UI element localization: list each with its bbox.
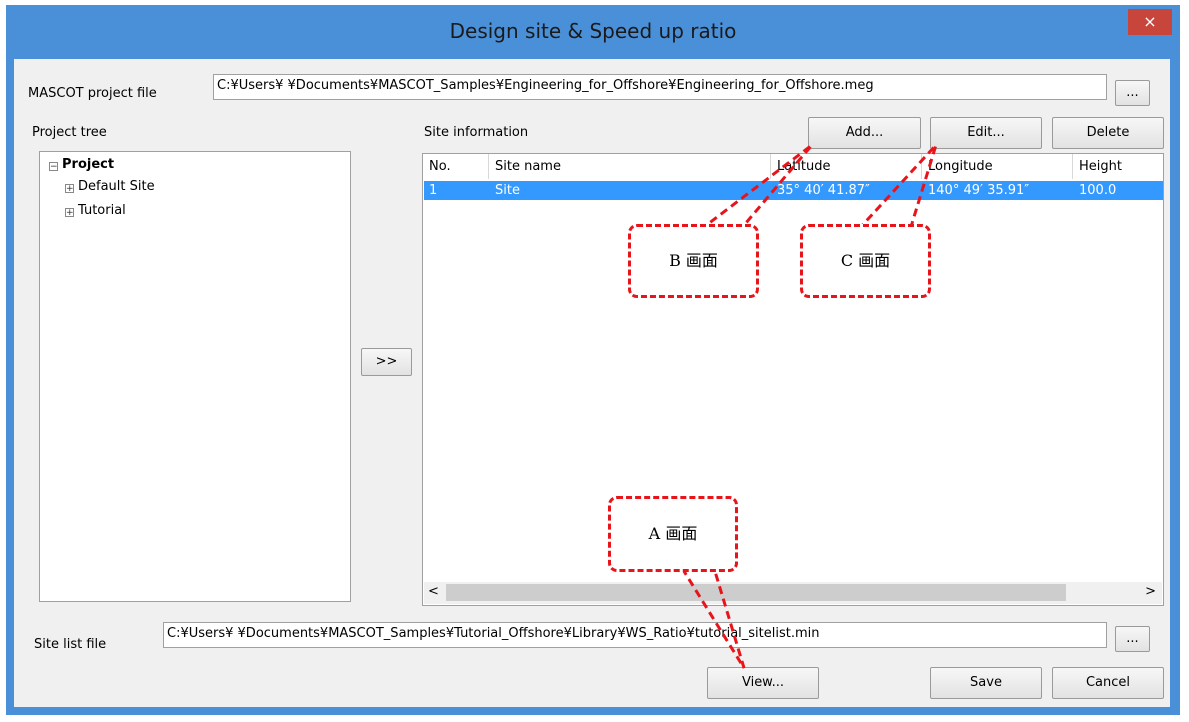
callout-c: C 画面	[800, 224, 931, 298]
annotation-overlay	[680, 143, 938, 669]
callout-b: B 画面	[628, 224, 759, 298]
callout-a: A 画面	[608, 496, 738, 572]
callout-a-pointer	[680, 567, 746, 669]
callout-b-pointer	[699, 143, 814, 232]
callout-c-pointer	[856, 143, 938, 232]
